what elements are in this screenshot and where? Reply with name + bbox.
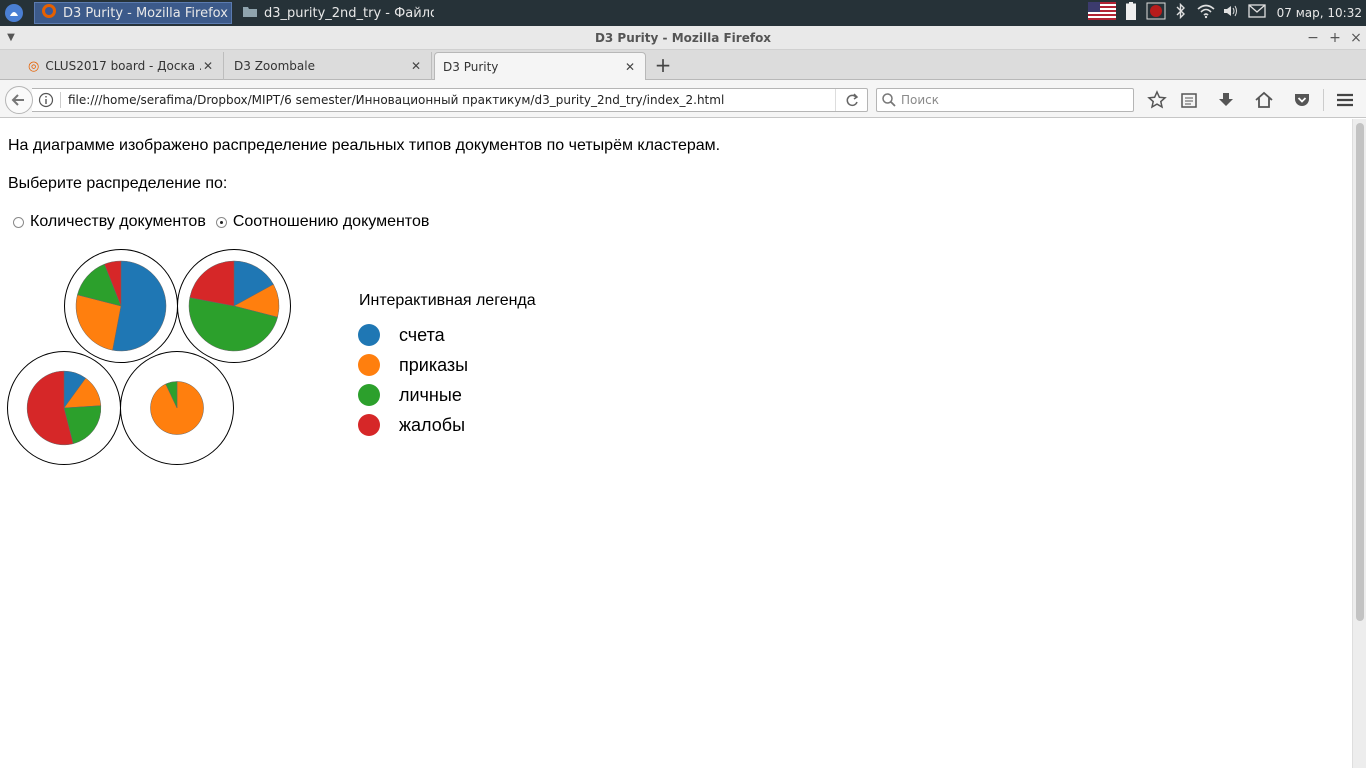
cluster-1[interactable] <box>64 249 178 363</box>
search-icon <box>881 92 897 112</box>
clock[interactable]: 07 мар, 10:32 <box>1277 0 1362 26</box>
reload-icon[interactable] <box>835 89 867 111</box>
system-tray <box>1088 0 1278 26</box>
taskbar-task-firefox[interactable]: D3 Purity - Mozilla Firefox <box>34 2 232 24</box>
tab-d3-zoombale[interactable]: D3 Zoombale ✕ <box>226 52 432 80</box>
tab-label: CLUS2017 board - Доска ... <box>45 59 201 73</box>
tab-close-icon[interactable]: ✕ <box>201 59 215 73</box>
minimize-icon[interactable]: − <box>1304 28 1322 48</box>
us-flag-icon[interactable] <box>1088 2 1116 24</box>
radio-document-count-label[interactable]: Количеству документов <box>30 213 206 231</box>
taskbar-task-file-manager[interactable]: d3_purity_2nd_try - Файлов... <box>236 2 434 24</box>
scrollbar-thumb[interactable] <box>1356 123 1364 621</box>
new-tab-button[interactable]: + <box>652 54 674 76</box>
search-bar[interactable]: Поиск <box>876 88 1134 112</box>
taskbar-task-label: D3 Purity - Mozilla Firefox <box>63 5 228 21</box>
bookmark-star-icon[interactable] <box>1146 89 1168 111</box>
taskbar-task-label: d3_purity_2nd_try - Файлов... <box>264 5 434 21</box>
system-taskbar: D3 Purity - Mozilla Firefox d3_purity_2n… <box>0 0 1366 26</box>
back-button[interactable] <box>5 86 33 114</box>
page-scrollbar[interactable] <box>1352 119 1366 768</box>
wifi-icon[interactable] <box>1196 3 1216 23</box>
tab-close-icon[interactable]: ✕ <box>623 60 637 74</box>
legend-label-счета[interactable]: счета <box>399 325 446 345</box>
app-menu-icon[interactable] <box>4 3 24 23</box>
record-indicator-icon[interactable] <box>1146 2 1166 24</box>
cluster-pie-visualization: Интерактивная легенда счета приказы личные… <box>7 249 536 465</box>
toolbar-divider <box>1323 89 1324 111</box>
legend-dot-счета[interactable] <box>358 324 380 346</box>
window-titlebar: ▼ D3 Purity - Mozilla Firefox − + × <box>0 26 1366 50</box>
legend-dot-жалобы[interactable] <box>358 414 380 436</box>
radio-document-ratio[interactable] <box>215 216 227 228</box>
maximize-icon[interactable]: + <box>1326 28 1344 48</box>
radio-document-ratio-label[interactable]: Соотношению документов <box>233 213 430 231</box>
home-icon[interactable] <box>1253 89 1275 111</box>
download-icon[interactable] <box>1215 89 1237 111</box>
firefox-icon <box>41 3 57 23</box>
tab-label: D3 Purity <box>443 59 499 74</box>
url-bar[interactable]: file:///home/serafima/Dropbox/MIPT/6 sem… <box>32 88 868 112</box>
url-bar-divider <box>60 92 61 108</box>
hamburger-menu-icon[interactable] <box>1334 89 1356 111</box>
interactive-legend: счета приказы личные жалобы <box>358 324 468 436</box>
battery-icon[interactable] <box>1126 2 1136 24</box>
url-text[interactable]: file:///home/serafima/Dropbox/MIPT/6 sem… <box>68 89 724 111</box>
reading-list-icon[interactable] <box>1178 89 1200 111</box>
bluetooth-icon[interactable] <box>1176 2 1186 23</box>
mail-icon[interactable] <box>1248 4 1266 22</box>
window-title: D3 Purity - Mozilla Firefox <box>594 31 772 45</box>
cluster-3[interactable] <box>7 351 121 465</box>
folder-icon <box>242 3 258 23</box>
site-info-icon[interactable] <box>38 92 54 108</box>
volume-icon[interactable] <box>1222 3 1240 23</box>
cluster-2[interactable] <box>177 249 291 363</box>
tab-favicon-icon: ◎ <box>28 58 40 74</box>
cluster-4[interactable] <box>120 351 234 465</box>
back-arrow-icon <box>11 94 24 106</box>
choose-distribution-label: Выберите распределение по: <box>8 175 228 192</box>
pocket-icon[interactable] <box>1291 89 1313 111</box>
legend-dot-личные[interactable] <box>358 384 380 406</box>
legend-label-личные[interactable]: личные <box>399 385 462 405</box>
page-content: На диаграмме изображено распределение ре… <box>0 119 1352 768</box>
tab-strip: ◎ CLUS2017 board - Доска ... ✕ D3 Zoomba… <box>0 50 1366 80</box>
distribution-radio-group: Количеству документов Соотношению докуме… <box>13 213 429 231</box>
tab-label: D3 Zoombale <box>234 59 315 73</box>
legend-title: Интерактивная легенда <box>359 292 536 309</box>
cluster-pies <box>7 249 291 465</box>
search-placeholder: Поиск <box>901 93 940 107</box>
tab-d3-purity[interactable]: D3 Purity ✕ <box>434 52 646 80</box>
tab-clus2017[interactable]: ◎ CLUS2017 board - Доска ... ✕ <box>20 52 224 80</box>
radio-document-count[interactable] <box>13 216 24 228</box>
navigation-toolbar: file:///home/serafima/Dropbox/MIPT/6 sem… <box>0 80 1366 118</box>
tab-close-icon[interactable]: ✕ <box>409 59 423 73</box>
legend-label-приказы[interactable]: приказы <box>399 355 468 375</box>
page-intro-text: На диаграмме изображено распределение ре… <box>8 137 721 154</box>
legend-dot-приказы[interactable] <box>358 354 380 376</box>
close-window-icon[interactable]: × <box>1347 28 1365 48</box>
legend-label-жалобы[interactable]: жалобы <box>399 415 465 435</box>
